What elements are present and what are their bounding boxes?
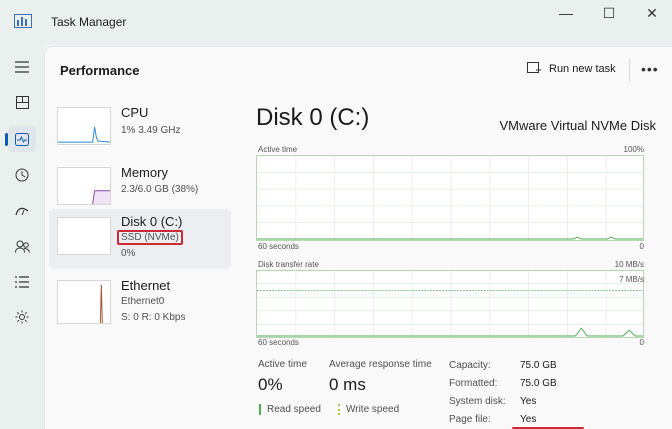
nav-startup-apps[interactable] (8, 198, 36, 224)
users-icon (14, 240, 30, 253)
nav-services[interactable] (8, 304, 36, 330)
run-task-icon (527, 62, 541, 73)
nav-users[interactable] (8, 233, 36, 259)
maximize-button[interactable]: ☐ (595, 5, 623, 23)
disk-model: VMware Virtual NVMe Disk (499, 118, 656, 133)
nav-performance[interactable] (5, 126, 36, 152)
ethernet-throughput: S: 0 R: 0 Kbps (121, 312, 186, 323)
active-time-graph-label: Active time (258, 145, 298, 154)
nav-app-history[interactable] (8, 162, 36, 188)
processes-icon (15, 95, 29, 109)
write-speed-label: Write speed (338, 404, 399, 415)
read-speed-label: Read speed (259, 404, 321, 415)
transfer-rate-graph-max: 10 MB/s (614, 260, 644, 269)
disk-type-highlight: SSD (NVMe) (117, 230, 183, 245)
nav-processes[interactable] (8, 89, 36, 115)
memory-usage: 2.3/6.0 GB (38%) (121, 184, 199, 195)
formatted-value: 75.0 GB (520, 378, 557, 389)
navigation-rail (0, 44, 44, 429)
avg-response-time-value: 0 ms (329, 375, 366, 394)
transfer-rate-graph-mid: 7 MB/s (619, 275, 644, 284)
active-time-label: Active time (258, 359, 307, 370)
capacity-value: 75.0 GB (520, 360, 557, 371)
ethernet-thumbnail-graph (57, 280, 111, 324)
startup-apps-icon (15, 207, 29, 216)
device-disk-0[interactable]: Disk 0 (C:) SSD (NVMe) 0% (49, 209, 231, 269)
title-bar: Task Manager — ☐ ✕ (0, 0, 672, 44)
active-time-graph-min: 0 (639, 242, 644, 251)
ethernet-label: Ethernet (121, 278, 171, 293)
active-time-graph-max: 100% (623, 145, 644, 154)
active-time-value: 0% (258, 375, 283, 394)
header-divider (629, 59, 630, 81)
cpu-label: CPU (121, 105, 149, 120)
app-history-icon (15, 168, 29, 182)
page-file-key: Page file: (449, 414, 491, 425)
task-manager-app-icon (14, 14, 32, 28)
device-cpu[interactable]: CPU 1% 3.49 GHz (49, 99, 231, 161)
minimize-button[interactable]: — (552, 5, 580, 23)
system-disk-key: System disk: (449, 396, 506, 407)
performance-icon (15, 132, 29, 146)
system-disk-value: Yes (520, 396, 537, 407)
memory-label: Memory (121, 165, 168, 180)
formatted-key: Formatted: (449, 378, 498, 389)
details-icon (15, 276, 29, 288)
disk-label: Disk 0 (C:) (121, 214, 183, 229)
more-options-button[interactable]: ••• (641, 61, 659, 77)
nav-details[interactable] (8, 269, 36, 295)
cpu-thumbnail-graph (57, 107, 111, 145)
services-icon (15, 310, 29, 324)
disk-usage: 0% (121, 248, 136, 259)
page-title: Performance (60, 63, 140, 78)
page-file-value: Yes (520, 414, 537, 425)
hamburger-icon (15, 61, 29, 73)
content-area: Performance Run new task ••• CPU 1% 3.49… (44, 46, 672, 429)
transfer-rate-graph-min: 0 (639, 338, 644, 347)
capacity-key: Capacity: (449, 360, 491, 371)
disk-thumbnail-graph (57, 217, 111, 255)
avg-response-time-label: Average response time (329, 359, 432, 370)
run-new-task-button[interactable]: Run new task (527, 62, 616, 75)
run-new-task-label: Run new task (549, 62, 616, 75)
transfer-rate-graph-label: Disk transfer rate (258, 260, 319, 269)
close-button[interactable]: ✕ (638, 5, 666, 23)
window-title: Task Manager (51, 15, 127, 29)
transfer-rate-graph-timespan: 60 seconds (258, 338, 299, 347)
active-time-graph (256, 155, 644, 241)
hamburger-menu-button[interactable] (8, 54, 36, 80)
memory-thumbnail-graph (57, 167, 111, 205)
ethernet-adapter: Ethernet0 (121, 296, 165, 307)
transfer-rate-graph (256, 270, 644, 338)
cpu-usage: 1% 3.49 GHz (121, 125, 181, 136)
disk-title: Disk 0 (C:) (256, 104, 370, 131)
active-time-graph-timespan: 60 seconds (258, 242, 299, 251)
device-ethernet[interactable]: Ethernet Ethernet0 S: 0 R: 0 Kbps (49, 273, 231, 331)
